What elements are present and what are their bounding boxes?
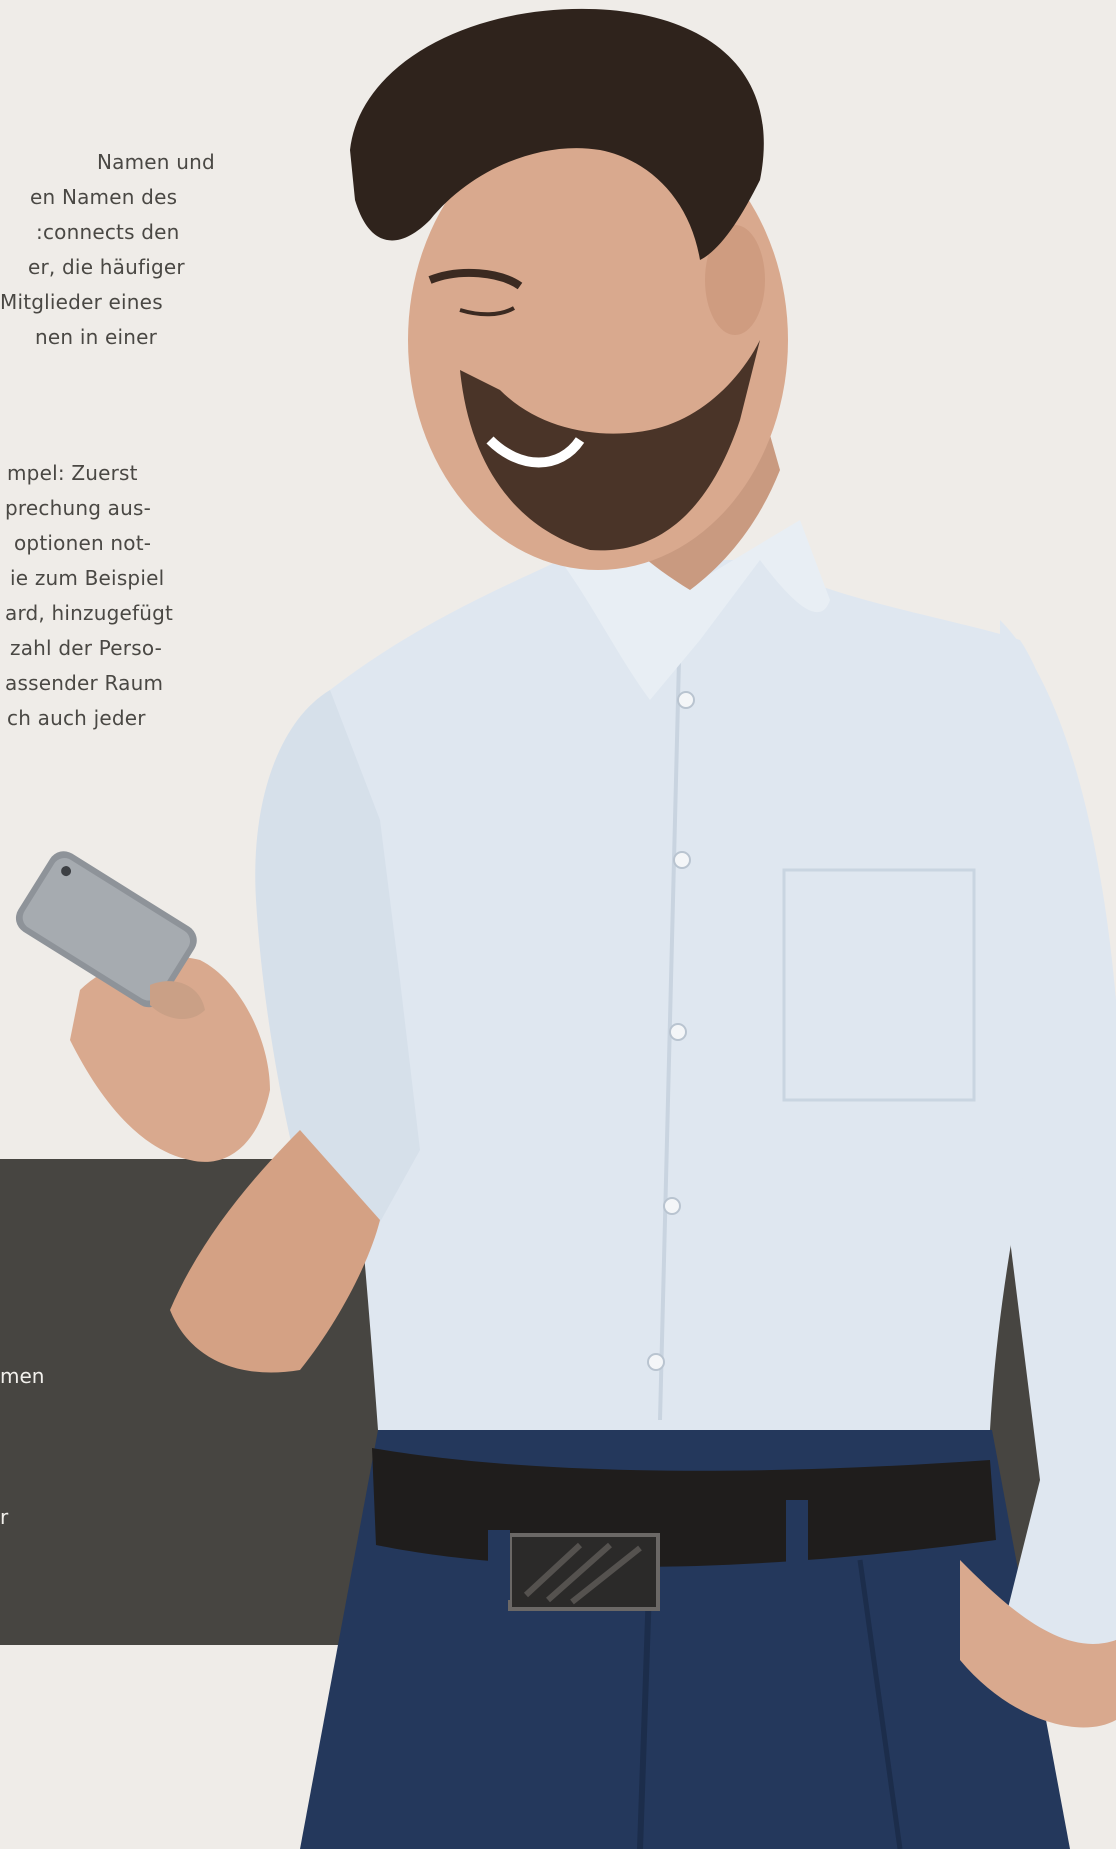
man-with-smartphone-photo bbox=[15, 8, 1116, 1849]
brochure-page: Namen und en Namen des :connects den er,… bbox=[0, 0, 1116, 1849]
belt-buckle bbox=[508, 1533, 660, 1611]
